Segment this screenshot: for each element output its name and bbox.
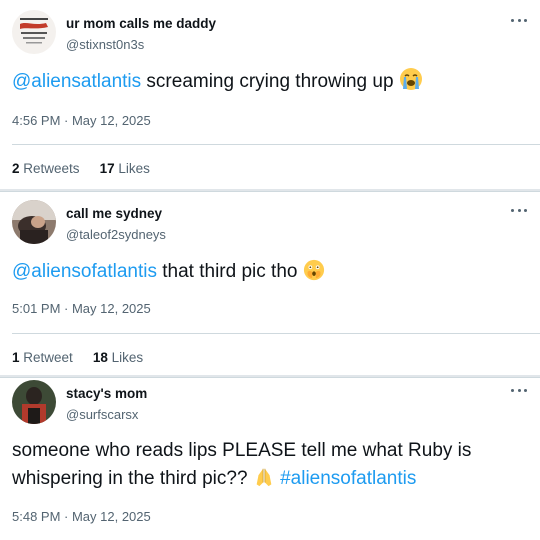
- retweet-count[interactable]: 2 Retweets: [12, 161, 80, 176]
- tweet-body: screaming crying throwing up: [141, 71, 394, 92]
- avatar[interactable]: [12, 10, 56, 54]
- avatar-image: [12, 10, 56, 54]
- folded-hands-icon: [256, 468, 272, 487]
- tweet-text: @aliensofatlantis that third pic tho: [12, 258, 528, 286]
- handle[interactable]: @stixnst0n3s: [66, 37, 144, 52]
- tweet-text: someone who reads lips PLEASE tell me wh…: [12, 437, 528, 493]
- tweet-text: @aliensatlantis screaming crying throwin…: [12, 67, 528, 96]
- display-name[interactable]: ur mom calls me daddy: [66, 16, 216, 31]
- divider: [12, 333, 540, 334]
- handle[interactable]: @surfscarsx: [66, 407, 138, 422]
- tweet-body-line-1: someone who reads lips PLEASE tell me wh…: [12, 440, 472, 461]
- retweet-count[interactable]: 1 Retweet: [12, 350, 73, 365]
- tweet-body: that third pic tho: [156, 261, 298, 282]
- timestamp[interactable]: 5:48 PM · May 12, 2025: [12, 509, 151, 524]
- avatar-image: [12, 380, 56, 424]
- more-options-icon[interactable]: [511, 387, 527, 393]
- engagement-stats: 2 Retweets 17 Likes: [12, 161, 150, 176]
- more-options-icon[interactable]: [511, 17, 527, 23]
- display-name[interactable]: call me sydney: [66, 206, 162, 221]
- mention-link[interactable]: @aliensofatlantis: [12, 261, 157, 282]
- timestamp[interactable]: 5:01 PM · May 12, 2025: [12, 301, 151, 316]
- tweet-body-line-2-wrapper: whispering in the third pic?? #aliensofa…: [12, 465, 528, 493]
- avatar[interactable]: [12, 200, 56, 244]
- display-name[interactable]: stacy's mom: [66, 386, 147, 401]
- avatar[interactable]: [12, 380, 56, 424]
- avatar-image: [12, 200, 56, 244]
- timestamp[interactable]: 4:56 PM · May 12, 2025: [12, 113, 151, 128]
- tweet-body-line-2: whispering in the third pic??: [12, 468, 248, 489]
- engagement-stats: 1 Retweet 18 Likes: [12, 350, 143, 365]
- mention-link[interactable]: @aliensatlantis: [12, 71, 141, 92]
- divider: [12, 144, 540, 145]
- handle[interactable]: @taleof2sydneys: [66, 227, 166, 242]
- loudly-crying-emoji-icon: [399, 68, 422, 90]
- more-options-icon[interactable]: [511, 207, 527, 213]
- hashtag-link[interactable]: #aliensofatlantis: [280, 468, 416, 489]
- face-with-hand-over-mouth-icon: [303, 259, 324, 281]
- like-count[interactable]: 17 Likes: [100, 161, 150, 176]
- like-count[interactable]: 18 Likes: [93, 350, 143, 365]
